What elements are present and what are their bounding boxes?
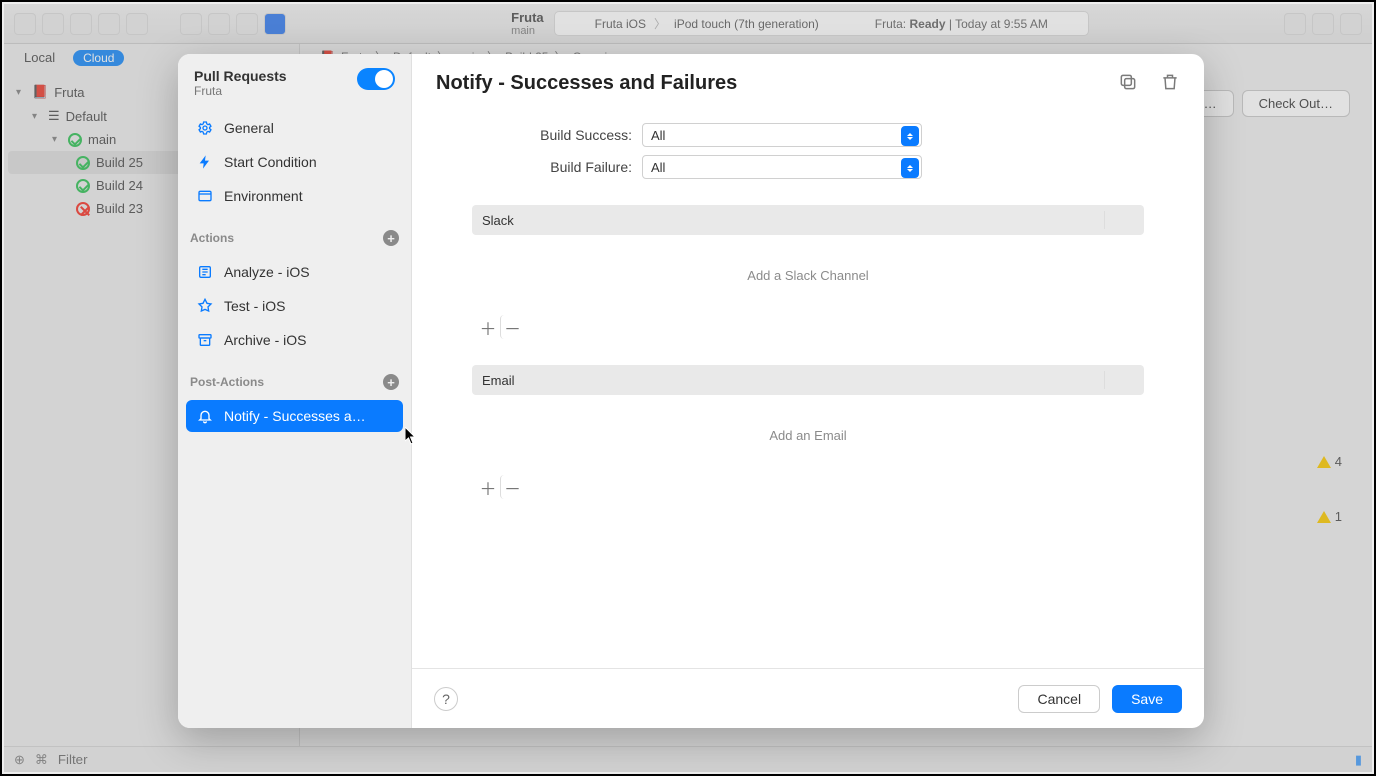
group-placeholder: Add an Email	[472, 395, 1144, 475]
add-action-button[interactable]: +	[383, 230, 399, 246]
build-failure-select[interactable]: All	[642, 155, 922, 179]
add-email-button[interactable]: ＋	[476, 475, 500, 499]
sidebar-item-archive[interactable]: Archive - iOS	[186, 324, 403, 356]
sheet-main: Notify - Successes and Failures Build Su…	[412, 54, 1204, 728]
sidebar-item-notify[interactable]: Notify - Successes a…	[186, 400, 403, 432]
sidebar-item-label: Test - iOS	[224, 298, 285, 314]
sidebar-item-label: Archive - iOS	[224, 332, 306, 348]
sidebar-item-general[interactable]: General	[186, 112, 403, 144]
group-header: Email	[482, 373, 515, 388]
section-title: Post-Actions	[190, 375, 264, 389]
build-failure-label: Build Failure:	[472, 159, 632, 175]
gear-icon	[196, 119, 214, 137]
sidebar-item-label: Notify - Successes a…	[224, 408, 366, 424]
chevron-updown-icon	[901, 158, 919, 178]
analyze-icon	[196, 263, 214, 281]
sidebar-item-analyze[interactable]: Analyze - iOS	[186, 256, 403, 288]
duplicate-icon[interactable]	[1118, 72, 1138, 95]
add-postaction-button[interactable]: +	[383, 374, 399, 390]
chevron-updown-icon	[901, 126, 919, 146]
archive-icon	[196, 331, 214, 349]
window-icon	[196, 187, 214, 205]
sidebar-item-start-condition[interactable]: Start Condition	[186, 146, 403, 178]
group-action[interactable]	[1104, 371, 1134, 389]
sheet-title: Notify - Successes and Failures	[436, 72, 737, 95]
sidebar-item-label: Start Condition	[224, 154, 317, 170]
build-success-label: Build Success:	[472, 127, 632, 143]
sidebar-item-label: General	[224, 120, 274, 136]
remove-slack-button[interactable]: －	[500, 315, 524, 339]
test-icon	[196, 297, 214, 315]
enabled-toggle[interactable]	[357, 68, 395, 90]
bolt-icon	[196, 153, 214, 171]
group-header: Slack	[482, 213, 514, 228]
workflow-sheet: Pull Requests Fruta General Start Condit…	[178, 54, 1204, 728]
sidebar-item-test[interactable]: Test - iOS	[186, 290, 403, 322]
trash-icon[interactable]	[1160, 72, 1180, 95]
email-group: Email Add an Email ＋ －	[472, 365, 1144, 499]
sidebar-title: Pull Requests	[194, 68, 287, 84]
help-button[interactable]: ?	[434, 687, 458, 711]
group-action[interactable]	[1104, 211, 1134, 229]
group-placeholder: Add a Slack Channel	[472, 235, 1144, 315]
section-title: Actions	[190, 231, 234, 245]
slack-group: Slack Add a Slack Channel ＋ －	[472, 205, 1144, 339]
sidebar-item-label: Environment	[224, 188, 303, 204]
sheet-sidebar: Pull Requests Fruta General Start Condit…	[178, 54, 412, 728]
cancel-button[interactable]: Cancel	[1018, 685, 1100, 713]
add-slack-button[interactable]: ＋	[476, 315, 500, 339]
sidebar-item-environment[interactable]: Environment	[186, 180, 403, 212]
build-success-select[interactable]: All	[642, 123, 922, 147]
sidebar-subtitle: Fruta	[194, 84, 287, 98]
bell-icon	[196, 407, 214, 425]
save-button[interactable]: Save	[1112, 685, 1182, 713]
sidebar-item-label: Analyze - iOS	[224, 264, 310, 280]
remove-email-button[interactable]: －	[500, 475, 524, 499]
